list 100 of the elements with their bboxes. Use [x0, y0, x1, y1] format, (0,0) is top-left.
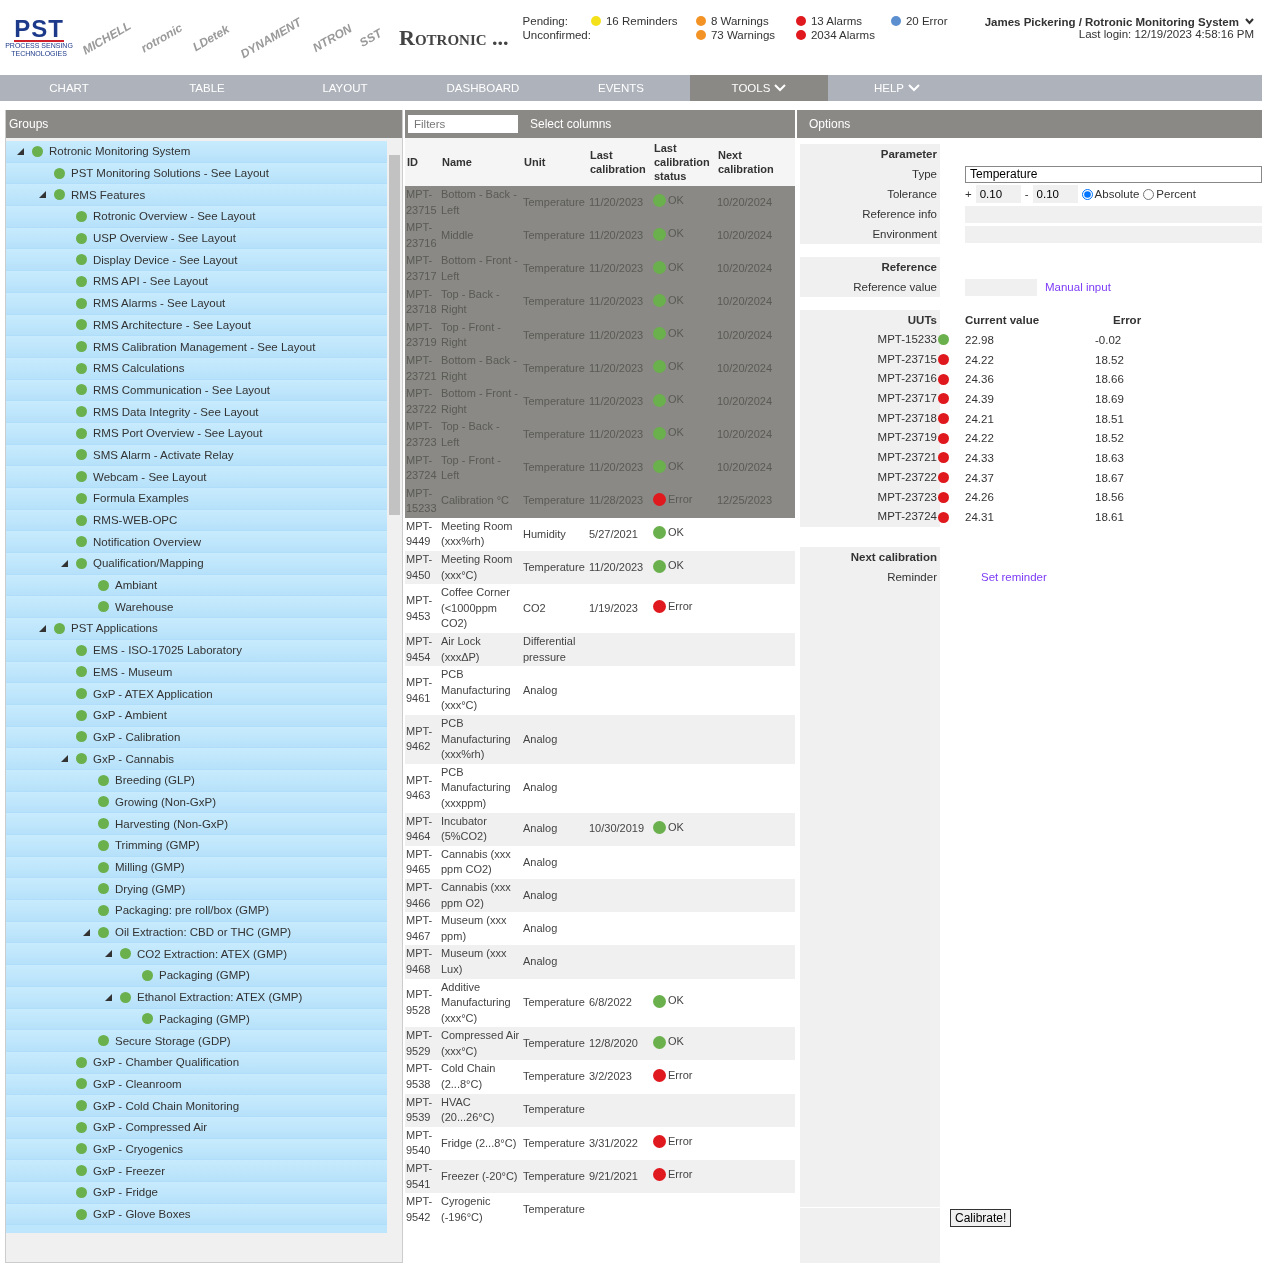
tree-item[interactable]: GxP - Cold Chain Monitoring	[6, 1095, 387, 1117]
select-columns-link[interactable]: Select columns	[530, 117, 612, 131]
radio-button[interactable]	[1081, 188, 1093, 200]
status-dot	[76, 1186, 87, 1198]
section-heading: Next calibration	[800, 546, 940, 567]
table-cell: MPT-9461	[405, 666, 440, 715]
tree-item[interactable]: RMS Architecture - See Layout	[6, 314, 387, 337]
column-header[interactable]: Next calibration	[716, 138, 795, 186]
table-cell: MPT-9465	[405, 845, 440, 879]
tree-item[interactable]: EMS - Museum	[6, 661, 387, 684]
table-row[interactable]: MPT-9465 Cannabis (xxx ppm CO2) Analog	[405, 845, 795, 879]
tree-item[interactable]: Rotronic Overview - See Layout	[6, 206, 387, 228]
uut-id: MPT-23724	[800, 507, 940, 527]
table-cell: MPT-9462	[405, 715, 440, 764]
tree-item[interactable]: Trimming (GMP)	[6, 835, 387, 857]
tree-item[interactable]: RMS Alarms - See Layout	[6, 292, 387, 315]
tree-item[interactable]: EMS - ISO-17025 Laboratory	[6, 639, 387, 662]
column-header[interactable]: Last calibration	[588, 138, 652, 186]
column-header[interactable]: Name	[440, 138, 522, 186]
tree-item[interactable]: RMS Features	[6, 184, 387, 207]
tree-item[interactable]: CO2 Extraction: ATEX (GMP)	[6, 943, 387, 966]
user-menu[interactable]: James Pickering / Rotronic Monitoring System	[984, 15, 1254, 28]
counter-link[interactable]: 73 Warnings	[695, 28, 796, 41]
tree-item[interactable]: USP Overview - See Layout	[6, 227, 387, 250]
tree-item[interactable]: Growing (Non-GxP)	[6, 791, 387, 814]
tree-item[interactable]: GxP - Chamber Qualification	[6, 1051, 387, 1074]
tree-item[interactable]: Webcam - See Layout	[6, 466, 387, 488]
tree-item[interactable]: GxP - Ambient	[6, 704, 387, 727]
tolerance-field[interactable]: 0.10	[975, 185, 1021, 203]
tree-item[interactable]: GxP - Cannabis	[6, 748, 387, 770]
expanded-icon[interactable]	[104, 950, 112, 958]
radio-option[interactable]: Percent	[1143, 188, 1196, 200]
tree-item[interactable]: Drying (GMP)	[6, 878, 387, 901]
counter-link[interactable]: 16 Reminders	[590, 14, 696, 27]
expanded-icon[interactable]	[82, 928, 90, 936]
expanded-icon[interactable]	[16, 147, 24, 155]
expanded-icon[interactable]	[60, 559, 68, 567]
counter-link[interactable]: 20 Error	[890, 14, 951, 27]
radio-option[interactable]: Absolute	[1081, 188, 1140, 200]
counter-link[interactable]: 2034 Alarms	[795, 28, 891, 41]
tree-item[interactable]: Milling (GMP)	[6, 856, 387, 879]
tree-item[interactable]: Display Device - See Layout	[6, 249, 387, 272]
table-row[interactable]: MPT-9466 Cannabis (xxx ppm O2) Analog	[405, 878, 795, 913]
table-row[interactable]: MPT-9539 HVAC (20...26°C) Temperature	[405, 1093, 795, 1127]
tree-item[interactable]: Secure Storage (GDP)	[6, 1030, 387, 1052]
tree-item[interactable]: GxP - Freezer	[6, 1160, 387, 1182]
set-reminder-link[interactable]: Set reminder	[981, 570, 1047, 583]
radio-button[interactable]	[1143, 188, 1155, 200]
tree-item[interactable]: Notification Overview	[6, 531, 387, 554]
tree-item[interactable]: Formula Examples	[6, 488, 387, 510]
column-header[interactable]: Unit	[522, 138, 588, 186]
table-row[interactable]: MPT-9538 Cold Chain (2...8°C) Temperature 3/2/2023 Error	[405, 1060, 795, 1094]
tree-item[interactable]: GxP - Calibration	[6, 726, 387, 749]
tree-item[interactable]: RMS Data Integrity - See Layout	[6, 401, 387, 423]
table-cell: MPT-9528	[405, 978, 440, 1028]
tree-item[interactable]: Packaging (GMP)	[6, 1008, 387, 1031]
counter-link[interactable]: 13 Alarms	[795, 14, 891, 27]
tree-item[interactable]: GxP - Compressed Air	[6, 1116, 387, 1139]
column-header[interactable]: Last calibration status	[652, 138, 716, 186]
column-header[interactable]: ID	[405, 138, 440, 186]
tree-item[interactable]: SMS Alarm - Activate Relay	[6, 444, 387, 467]
tree-item[interactable]: PST Monitoring Solutions - See Layout	[6, 162, 387, 185]
tree-item[interactable]: GxP - Cryogenics	[6, 1138, 387, 1161]
tree-item[interactable]: Qualification/Mapping	[6, 553, 387, 575]
table-row[interactable]: MPT-9468 Museum (xxx Lux) Analog	[405, 945, 795, 979]
tree-item[interactable]: Warehouse	[6, 596, 387, 619]
manual-input-link[interactable]: Manual input	[1045, 281, 1111, 293]
tree-item[interactable]: Breeding (GLP)	[6, 769, 387, 792]
tree-item[interactable]: Packaging (GMP)	[6, 965, 387, 987]
counter-link[interactable]: 8 Warnings	[695, 14, 796, 27]
nav-tab[interactable]: TOOLS	[690, 75, 828, 101]
tree-item[interactable]: Rotronic Monitoring System	[6, 141, 387, 163]
tree-item[interactable]: RMS Calibration Management - See Layout	[6, 336, 387, 358]
tree-item[interactable]: RMS Calculations	[6, 357, 387, 380]
tree-item[interactable]: Ethanol Extraction: ATEX (GMP)	[6, 986, 387, 1009]
expanded-icon[interactable]	[38, 624, 46, 632]
filter-field[interactable]: Filters	[408, 115, 518, 133]
field-label: Environment	[800, 224, 940, 244]
expanded-icon[interactable]	[38, 191, 46, 199]
calibrate-button[interactable]: Calibrate!	[950, 1209, 1012, 1227]
tree-item[interactable]: GxP - Cleanroom	[6, 1073, 387, 1096]
expanded-icon[interactable]	[60, 755, 68, 763]
tree-item[interactable]: RMS API - See Layout	[6, 271, 387, 293]
tree-item[interactable]: GxP - Glove Boxes	[6, 1203, 387, 1226]
tree-item[interactable]: RMS Port Overview - See Layout	[6, 422, 387, 445]
tree-item[interactable]: Packaging: pre roll/box (GMP)	[6, 900, 387, 922]
table-row[interactable]: MPT-9464 Incubator (5%CO2) Analog 10/30/2019 OK	[405, 812, 795, 846]
tree-item[interactable]: RMS-WEB-OPC	[6, 509, 387, 532]
tree-item[interactable]: Oil Extraction: CBD or THC (GMP)	[6, 921, 387, 944]
type-field[interactable]: Temperature	[965, 165, 1262, 183]
table-cell: MPT-9454	[405, 633, 440, 667]
tree-item[interactable]: GxP - ATEX Application	[6, 683, 387, 705]
expanded-icon[interactable]	[104, 993, 112, 1001]
tree-item[interactable]: PST Applications	[6, 618, 387, 640]
tree-item[interactable]: GxP - Fridge	[6, 1182, 387, 1204]
tree-item[interactable]: Harvesting (Non-GxP)	[6, 813, 387, 835]
tree-item[interactable]: RMS Communication - See Layout	[6, 379, 387, 402]
tree-item[interactable]: Ambiant	[6, 574, 387, 597]
table-row[interactable]: MPT-9467 Museum (xxx ppm) Analog	[405, 912, 795, 946]
tolerance-field[interactable]: 0.10	[1032, 185, 1078, 203]
